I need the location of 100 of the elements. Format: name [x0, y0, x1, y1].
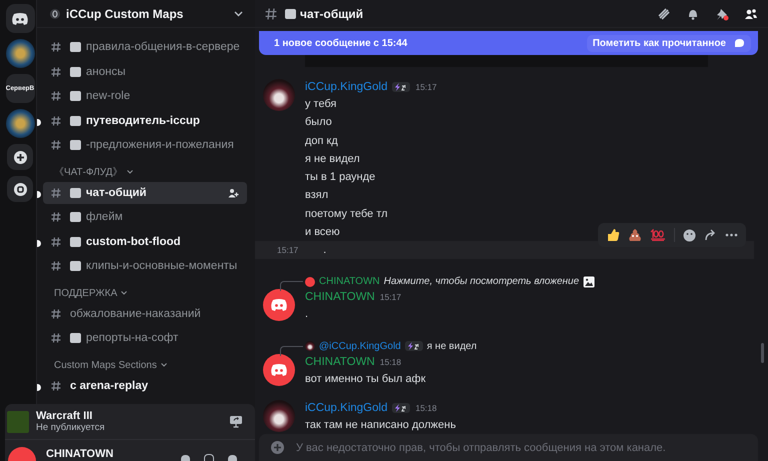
channel-item[interactable]: флейм	[43, 206, 247, 228]
image-attachment-placeholder[interactable]	[305, 54, 708, 67]
hash-icon	[51, 380, 61, 390]
message-time: 15:17	[415, 82, 437, 92]
pin-icon[interactable]	[715, 6, 729, 20]
author-name[interactable]: iCCup.KingGold	[305, 402, 388, 414]
hundred-points-icon[interactable]	[650, 229, 666, 242]
server-header[interactable]: iCCup Custom Maps	[37, 0, 255, 28]
message-time: 15:17	[277, 245, 298, 256]
message-text: было	[305, 115, 333, 130]
add-server-button[interactable]	[7, 144, 33, 170]
new-messages-banner[interactable]: 1 новое сообщение с 15:44 Пометить как прочитанное	[259, 31, 758, 55]
members-icon[interactable]	[744, 6, 758, 20]
emoji-icon	[70, 261, 81, 271]
poop-icon[interactable]	[628, 228, 642, 242]
category-header[interactable]: ПОДДЕРЖКА	[54, 288, 118, 298]
message-text: вот именно ты был афк	[305, 372, 426, 387]
home-button[interactable]	[6, 4, 34, 33]
message-text: поетому тебе тл	[305, 206, 389, 222]
hash-icon	[51, 66, 61, 76]
forward-icon[interactable]	[704, 229, 717, 242]
category-header[interactable]: 《ЧАТ-ФЛУД》	[54, 165, 123, 179]
add-reaction-icon[interactable]	[683, 228, 696, 242]
add-attachment-icon[interactable]	[271, 441, 284, 454]
settings-icon[interactable]	[228, 455, 237, 461]
explore-button[interactable]	[7, 176, 33, 202]
category-header[interactable]: Custom Maps Sections	[54, 360, 157, 370]
microphone-icon[interactable]	[181, 455, 190, 461]
mark-as-read-button[interactable]: Пометить как прочитанное	[586, 34, 751, 52]
compass-icon	[14, 182, 26, 196]
hash-icon	[51, 188, 61, 198]
emoji-icon	[70, 91, 81, 101]
game-title: Warcraft III	[36, 410, 94, 422]
channel-item[interactable]: обжалование-наказаний	[43, 302, 247, 324]
reply-author[interactable]: @iCCup.KingGold	[319, 340, 401, 352]
hash-icon	[265, 8, 277, 20]
invite-icon[interactable]	[228, 188, 239, 198]
message-text: я не видел	[305, 152, 361, 167]
chevron-icon	[160, 363, 167, 367]
emoji-icon	[70, 116, 81, 126]
user-avatar[interactable]	[263, 79, 295, 111]
emoji-icon	[70, 140, 81, 150]
emoji-icon	[70, 66, 81, 76]
message-text: взял	[305, 188, 330, 204]
reply-preview[interactable]: Нажмите, чтобы посмотреть вложение	[384, 276, 580, 288]
author-name[interactable]: iCCup.KingGold	[305, 81, 388, 93]
more-icon[interactable]	[725, 233, 738, 238]
message-time: 15:18	[380, 356, 402, 367]
message-input-field[interactable]: У вас недостаточно прав, чтобы отправлять сообщения на этом канале.	[259, 434, 758, 461]
unread-indicator	[37, 384, 41, 390]
stream-status: Не публикуется	[36, 422, 106, 433]
hash-icon	[51, 91, 61, 101]
hash-icon	[51, 42, 61, 52]
chevron-icon	[126, 170, 133, 174]
channel-item[interactable]: чат-общий	[43, 182, 247, 204]
message-text: так там не написано должень	[305, 418, 456, 433]
image-icon	[583, 276, 596, 288]
hash-icon	[51, 116, 61, 126]
mark-read-icon	[734, 38, 745, 48]
channel-item[interactable]: репорты-на-софт	[43, 327, 247, 349]
channel-item[interactable]: c arena-replay	[43, 374, 247, 396]
user-avatar[interactable]	[263, 289, 295, 322]
channel-item[interactable]: custom-bot-flood	[43, 230, 247, 252]
channel-item[interactable]: анонсы	[43, 60, 247, 82]
channel-item[interactable]: правила-общения-в-сервере	[43, 36, 247, 58]
emoji-icon	[70, 333, 81, 343]
chevron-icon	[234, 10, 243, 16]
message-text: .	[323, 243, 326, 258]
hash-icon	[51, 236, 61, 246]
thumbs-up-icon[interactable]	[606, 228, 620, 242]
message-text: .	[305, 307, 310, 322]
screen-share-icon[interactable]	[229, 415, 243, 428]
author-name[interactable]: CHINATOWN	[305, 291, 375, 304]
user-name: CHINATOWN	[46, 447, 114, 461]
emoji-icon	[70, 212, 81, 222]
game-cover-placeholder	[7, 410, 29, 432]
discord-logo-icon	[11, 12, 29, 26]
user-avatar[interactable]	[263, 400, 295, 432]
reply-preview[interactable]: я не видел	[426, 340, 477, 352]
channel-item[interactable]: new-role	[43, 85, 247, 107]
reply-author[interactable]: CHINATOWN	[319, 276, 380, 288]
channel-item[interactable]: путеводитель-iccup	[43, 110, 247, 132]
plus-icon	[14, 150, 26, 164]
hash-icon	[51, 261, 61, 271]
emoji-icon	[70, 42, 81, 52]
emoji-icon	[70, 236, 81, 246]
hash-icon	[51, 140, 61, 150]
channel-item[interactable]: клипы-и-основные-моменты	[43, 255, 247, 277]
threads-icon[interactable]	[657, 6, 671, 20]
channel-item[interactable]: -предложения-и-пожелания	[43, 134, 247, 156]
channel-title: чат-общий	[300, 6, 364, 20]
message-text: и всею	[305, 225, 341, 240]
author-name[interactable]: CHINATOWN	[305, 356, 375, 368]
hash-icon	[51, 212, 61, 222]
message-time: 15:17	[380, 292, 402, 302]
server-icon[interactable]	[6, 109, 34, 138]
headphones-icon[interactable]	[204, 454, 214, 461]
server-icon[interactable]	[6, 39, 34, 68]
user-avatar[interactable]	[263, 354, 295, 386]
message-time: 15:18	[415, 402, 437, 413]
